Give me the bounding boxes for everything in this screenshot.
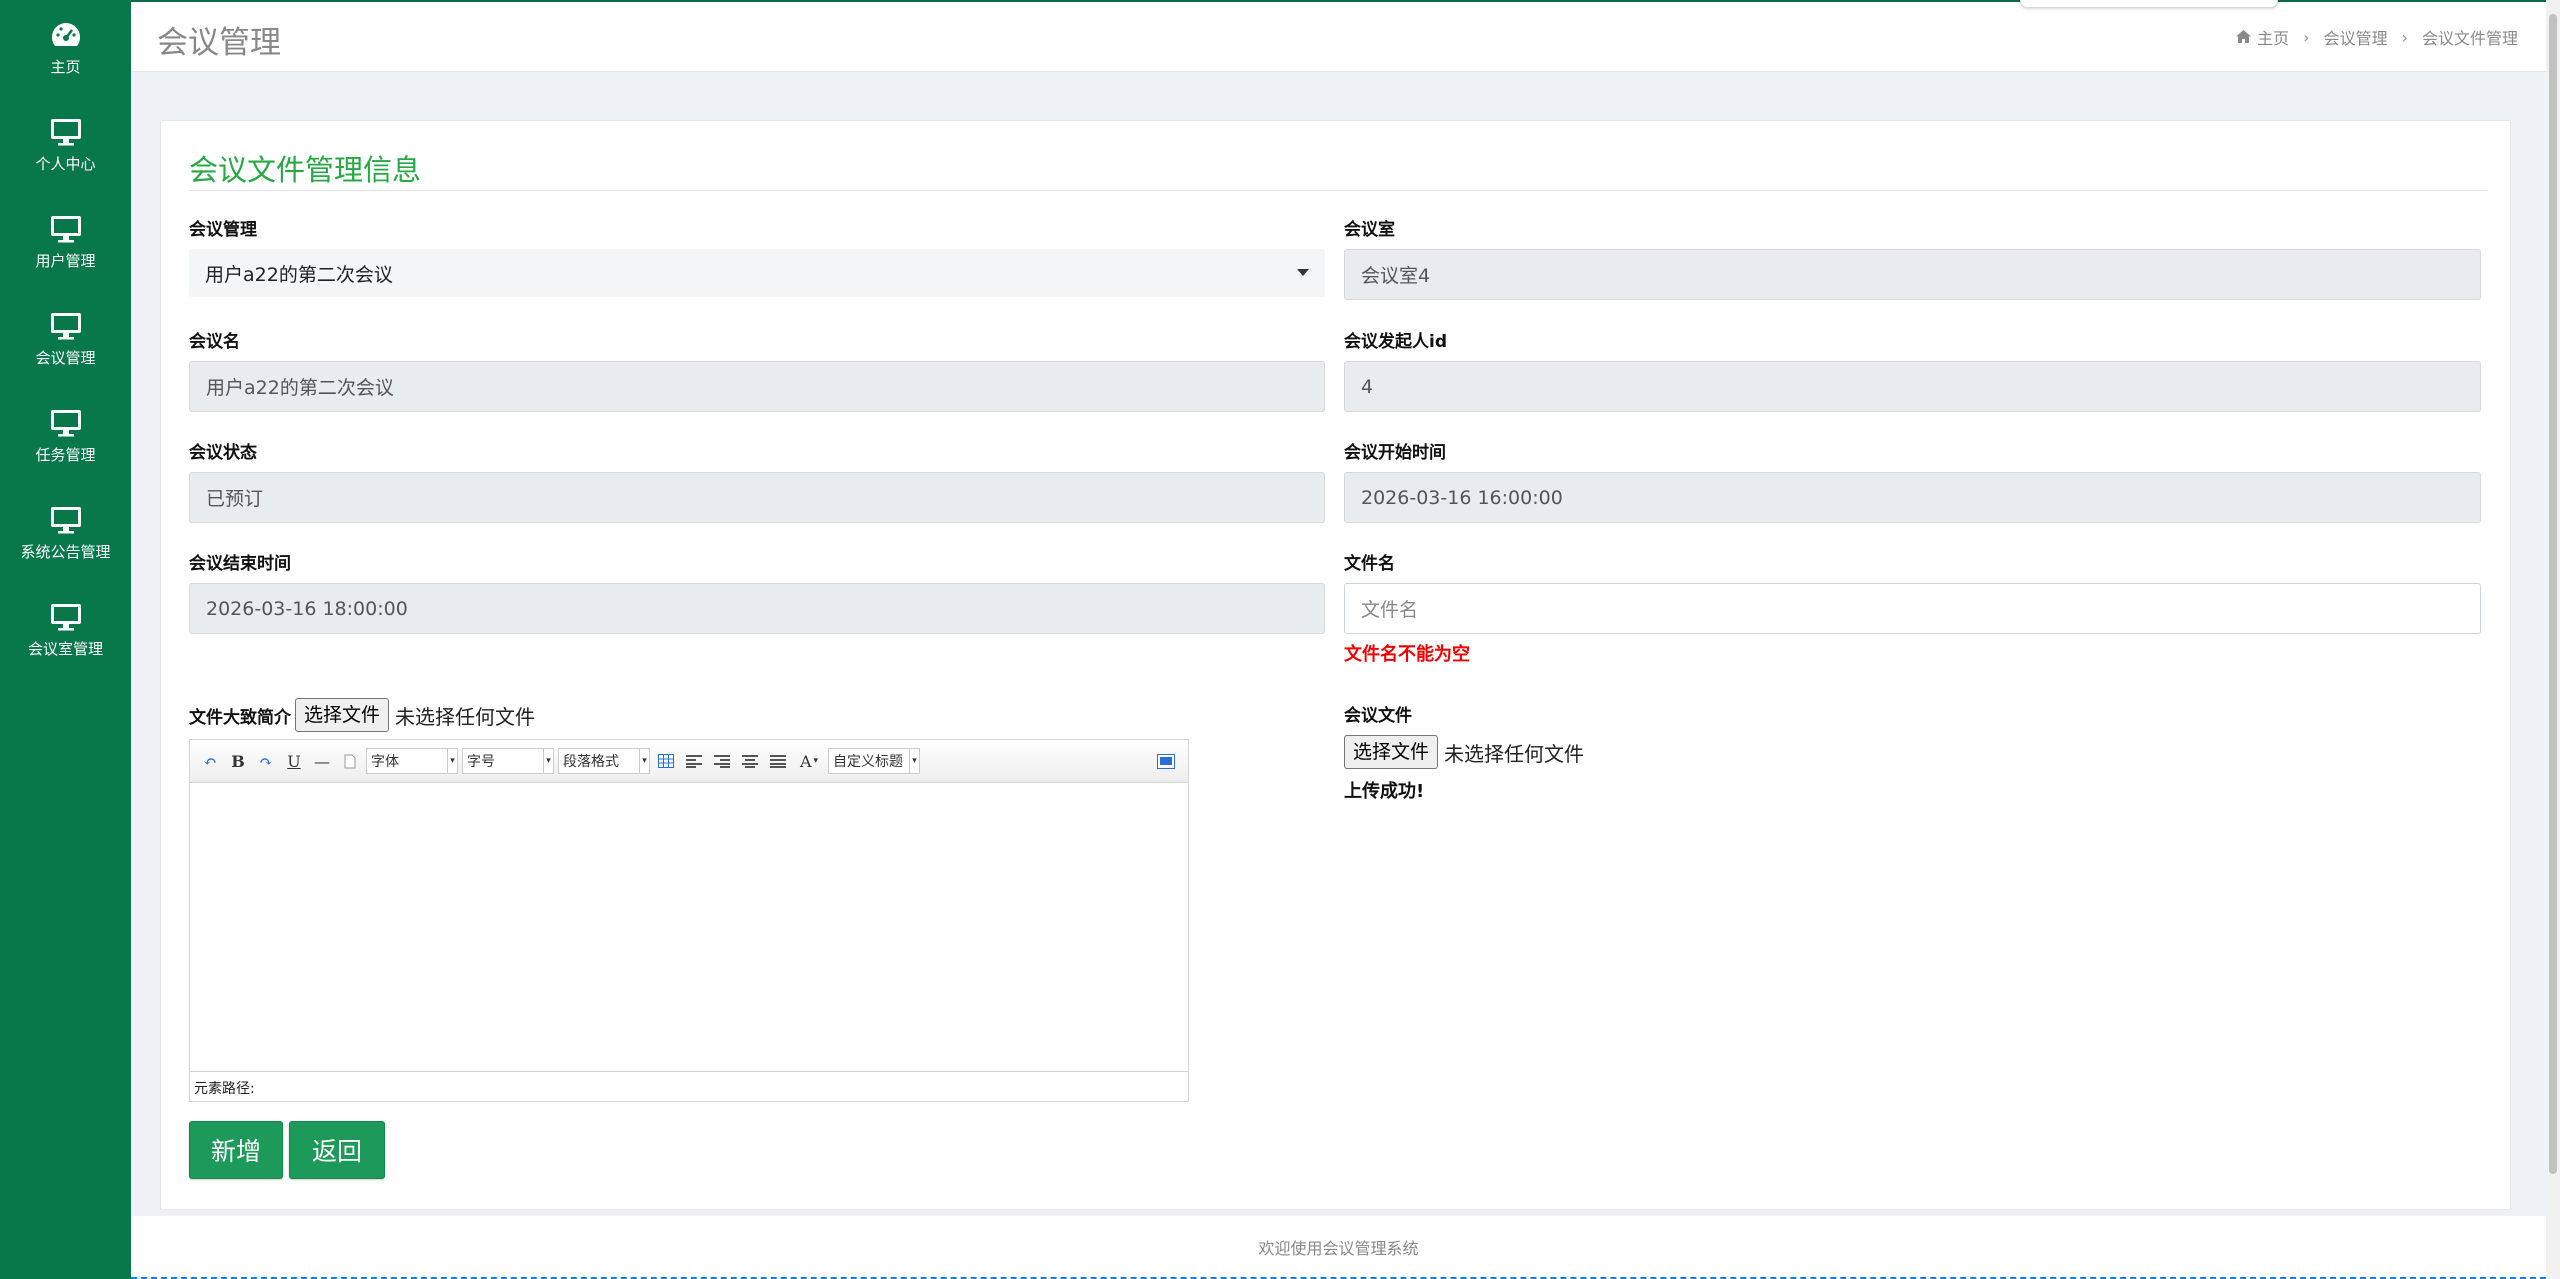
underline-icon[interactable]: U bbox=[282, 748, 306, 774]
meeting-mgmt-label: 会议管理 bbox=[189, 220, 257, 240]
scrollbar-thumb[interactable] bbox=[2549, 14, 2557, 1174]
font-family-select[interactable]: 字体 ▾ bbox=[366, 748, 458, 774]
breadcrumb-home[interactable]: 主页 bbox=[2257, 25, 2289, 49]
align-left-icon[interactable] bbox=[682, 748, 706, 774]
floating-popup bbox=[2020, 0, 2278, 8]
sidebar-item-label: 任务管理 bbox=[35, 446, 96, 464]
form-title: 会议文件管理信息 bbox=[189, 153, 422, 187]
meeting-file-label: 会议文件 bbox=[1344, 706, 1412, 726]
font-color-icon[interactable]: A ▾ bbox=[794, 748, 824, 774]
table-icon[interactable] bbox=[654, 748, 678, 774]
meeting-name-field: 用户a22的第二次会议 bbox=[189, 361, 1325, 412]
start-time-field: 2026-03-16 16:00:00 bbox=[1344, 472, 2481, 523]
caret-down-icon: ▾ bbox=[447, 749, 457, 773]
vertical-scrollbar[interactable] bbox=[2546, 0, 2560, 1279]
paragraph-format-select[interactable]: 段落格式 ▾ bbox=[558, 748, 650, 774]
bold-icon[interactable]: B bbox=[226, 748, 250, 774]
back-button[interactable]: 返回 bbox=[289, 1121, 385, 1179]
font-size-value: 字号 bbox=[467, 754, 495, 770]
initiator-id-label: 会议发起人id bbox=[1344, 332, 1447, 352]
summary-label: 文件大致简介 bbox=[189, 707, 291, 728]
editor-status-bar: 元素路径: bbox=[190, 1071, 1188, 1101]
summary-file-note: 未选择任何文件 bbox=[395, 704, 536, 729]
sidebar-item-label: 会议室管理 bbox=[27, 640, 103, 658]
monitor-icon bbox=[49, 505, 83, 535]
align-center-icon[interactable] bbox=[738, 748, 762, 774]
align-justify-icon[interactable] bbox=[766, 748, 790, 774]
sidebar-item-tasks[interactable]: 任务管理 bbox=[0, 388, 131, 485]
breadcrumb-meetings[interactable]: 会议管理 bbox=[2324, 25, 2388, 49]
end-time-label: 会议结束时间 bbox=[189, 554, 291, 574]
meeting-mgmt-select[interactable]: 用户a22的第二次会议 bbox=[189, 249, 1325, 297]
undo-icon[interactable]: ↶ bbox=[198, 748, 222, 774]
sidebar-item-rooms[interactable]: 会议室管理 bbox=[0, 582, 131, 679]
editor-toolbar: ↶ B ↷ U — 字体 ▾ 字号 ▾ 段落格式 ▾ A ▾ 自定义标题 ▾ bbox=[190, 740, 1188, 783]
font-size-select[interactable]: 字号 ▾ bbox=[462, 748, 554, 774]
monitor-icon bbox=[49, 214, 83, 244]
dashboard-icon bbox=[49, 20, 83, 50]
top-header: 会议管理 主页 › 会议管理 › 会议文件管理 bbox=[131, 0, 2546, 72]
align-right-icon[interactable] bbox=[710, 748, 734, 774]
start-time-label: 会议开始时间 bbox=[1344, 443, 1446, 463]
divider bbox=[189, 190, 2488, 191]
sidebar-item-home[interactable]: 主页 bbox=[0, 0, 131, 97]
meeting-file-note: 未选择任何文件 bbox=[1444, 741, 1585, 766]
sidebar-item-users[interactable]: 用户管理 bbox=[0, 194, 131, 291]
add-button[interactable]: 新增 bbox=[189, 1121, 283, 1179]
summary-choose-file-button[interactable]: 选择文件 bbox=[295, 698, 390, 732]
editor-content-area[interactable] bbox=[190, 783, 1188, 1071]
meeting-file-row: 选择文件 未选择任何文件 bbox=[1344, 735, 1584, 769]
monitor-icon bbox=[49, 602, 83, 632]
sidebar: 主页 个人中心 用户管理 会议管理 任务管理 系统公告管理 会议室管理 bbox=[0, 0, 131, 1279]
custom-heading-select[interactable]: 自定义标题 ▾ bbox=[828, 748, 920, 774]
status-label: 会议状态 bbox=[189, 443, 257, 463]
font-family-value: 字体 bbox=[371, 754, 399, 770]
sidebar-item-profile[interactable]: 个人中心 bbox=[0, 97, 131, 194]
meeting-file-choose-button[interactable]: 选择文件 bbox=[1344, 735, 1439, 769]
form-card: 会议文件管理信息 会议管理 用户a22的第二次会议 会议室 会议室4 会议名 用… bbox=[160, 120, 2511, 1210]
end-time-field: 2026-03-16 18:00:00 bbox=[189, 583, 1325, 634]
monitor-icon bbox=[49, 311, 83, 341]
sidebar-item-label: 系统公告管理 bbox=[20, 543, 111, 561]
chevron-right-icon: › bbox=[2401, 27, 2408, 47]
caret-down-icon bbox=[1297, 269, 1309, 276]
meeting-name-label: 会议名 bbox=[189, 332, 240, 352]
room-field: 会议室4 bbox=[1344, 249, 2481, 300]
document-icon[interactable] bbox=[338, 748, 362, 774]
rich-text-editor: ↶ B ↷ U — 字体 ▾ 字号 ▾ 段落格式 ▾ A ▾ 自定义标题 ▾ 元… bbox=[189, 739, 1189, 1102]
fullscreen-icon[interactable] bbox=[1154, 748, 1178, 774]
room-label: 会议室 bbox=[1344, 220, 1395, 240]
summary-row: 文件大致简介 选择文件 未选择任何文件 bbox=[189, 698, 535, 732]
page-title: 会议管理 bbox=[157, 25, 281, 61]
paragraph-format-value: 段落格式 bbox=[563, 754, 619, 770]
monitor-icon bbox=[49, 408, 83, 438]
monitor-icon bbox=[49, 117, 83, 147]
meeting-mgmt-value: 用户a22的第二次会议 bbox=[205, 263, 393, 286]
redo-icon[interactable]: ↷ bbox=[254, 748, 278, 774]
file-name-label: 文件名 bbox=[1344, 554, 1395, 574]
custom-heading-value: 自定义标题 bbox=[833, 754, 903, 770]
status-field: 已预订 bbox=[189, 472, 1325, 523]
home-icon bbox=[2236, 28, 2252, 47]
chevron-right-icon: › bbox=[2303, 27, 2310, 47]
sidebar-item-announcements[interactable]: 系统公告管理 bbox=[0, 485, 131, 582]
initiator-id-field: 4 bbox=[1344, 361, 2481, 412]
caret-down-icon: ▾ bbox=[543, 749, 553, 773]
sidebar-item-label: 会议管理 bbox=[35, 349, 96, 367]
breadcrumb-current: 会议文件管理 bbox=[2421, 29, 2518, 48]
footer: 欢迎使用会议管理系统 bbox=[131, 1216, 2546, 1279]
file-name-error: 文件名不能为空 bbox=[1344, 644, 1470, 665]
sidebar-item-label: 个人中心 bbox=[35, 155, 96, 173]
upload-success-text: 上传成功! bbox=[1344, 781, 1425, 802]
sidebar-item-label: 用户管理 bbox=[35, 252, 96, 270]
sidebar-item-meetings[interactable]: 会议管理 bbox=[0, 291, 131, 388]
sidebar-item-label: 主页 bbox=[50, 58, 81, 76]
caret-down-icon: ▾ bbox=[639, 749, 649, 773]
breadcrumb: 主页 › 会议管理 › 会议文件管理 bbox=[2236, 25, 2518, 49]
horizontal-rule-icon[interactable]: — bbox=[310, 748, 334, 774]
caret-down-icon: ▾ bbox=[909, 749, 919, 773]
file-name-input[interactable]: 文件名 bbox=[1344, 583, 2481, 634]
